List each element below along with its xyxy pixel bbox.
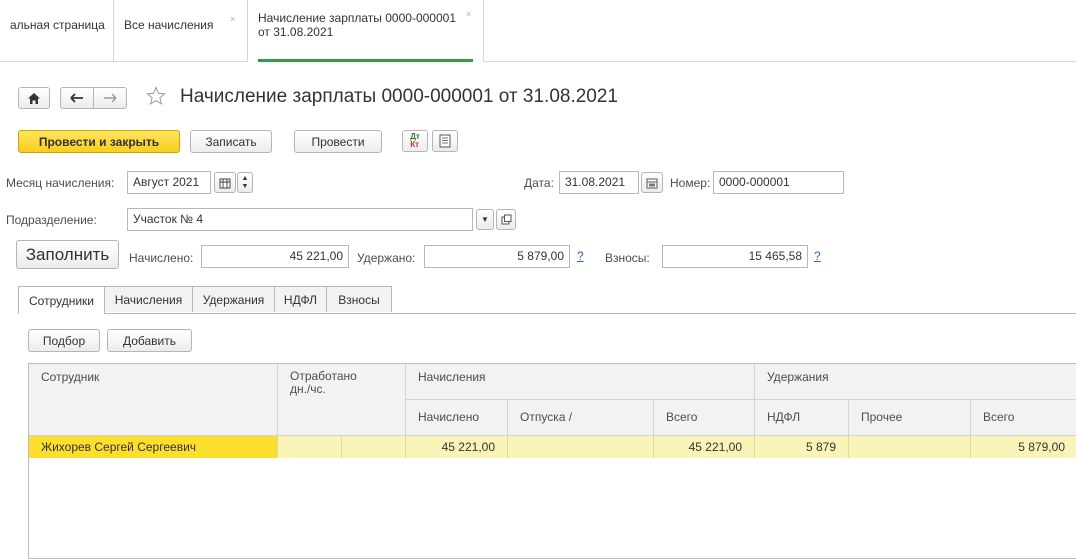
month-stepper[interactable]: ▲ ▼ [237,172,253,193]
column-header-deductions-total[interactable]: Всего [971,400,1076,436]
month-label: Месяц начисления: [6,176,115,190]
inner-tabs-divider [18,313,1076,314]
tab-ndfl[interactable]: НДФЛ [274,286,327,312]
tab-salary-document[interactable]: Начисление зарплаты 0000-000001 от 31.08… [248,0,484,62]
post-button[interactable]: Провести [294,130,382,153]
month-picker-button[interactable] [214,172,236,193]
month-field[interactable]: Август 2021 [127,171,211,194]
column-group-accruals: Начисления [406,364,755,400]
open-window-icon [501,214,511,225]
cell-vacations[interactable] [508,436,654,458]
arrow-left-icon [70,93,83,103]
column-header-employee[interactable]: Сотрудник [29,364,278,436]
tab-contributions[interactable]: Взносы [326,286,392,312]
report-button[interactable] [432,130,458,152]
cell-worked-days[interactable] [278,436,342,458]
tab-deductions[interactable]: Удержания [192,286,275,312]
tab-employees[interactable]: Сотрудники [18,286,105,314]
chevron-down-icon[interactable]: ▼ [242,183,249,191]
division-field[interactable]: Участок № 4 [127,208,473,231]
tab-all-accruals-label: Все начисления [124,18,214,32]
close-icon[interactable]: × [230,14,235,24]
star-icon [146,86,166,105]
close-icon[interactable]: × [466,9,471,19]
post-and-close-button[interactable]: Провести и закрыть [18,130,180,153]
column-header-ndfl[interactable]: НДФЛ [755,400,849,436]
tab-salary-document-label-line2: от 31.08.2021 [258,25,334,39]
calendar-icon [219,178,231,188]
column-header-other[interactable]: Прочее [849,400,971,436]
chevron-up-icon[interactable]: ▲ [242,175,249,183]
back-button[interactable] [60,87,94,109]
column-header-vacations[interactable]: Отпуска / [508,400,654,436]
contributions-total-field: 15 465,58 [662,245,808,268]
chevron-down-icon: ▼ [481,215,489,224]
column-header-accruals-total[interactable]: Всего [654,400,755,436]
arrow-right-icon [104,93,117,103]
forward-button[interactable] [93,87,127,109]
tab-home[interactable]: альная страница [0,0,114,62]
dt-kt-icon: Дт Кт [410,132,420,149]
date-picker-button[interactable] [641,172,663,193]
cell-ndfl[interactable]: 5 879 [755,436,849,458]
home-button[interactable] [18,87,50,109]
column-header-worked-line2: дн./чс. [290,382,326,396]
cell-other[interactable] [849,436,971,458]
active-tab-indicator [258,59,473,62]
employees-table: Сотрудник Отработано дн./чс. Начисления … [28,363,1076,559]
contributions-label: Взносы: [605,251,650,265]
cell-deductions-total[interactable]: 5 879,00 [971,436,1076,458]
withheld-total-field: 5 879,00 [424,245,570,268]
pick-button[interactable]: Подбор [28,329,100,352]
cell-worked-hours[interactable] [342,436,406,458]
date-label: Дата: [524,176,554,190]
save-button[interactable]: Записать [190,130,272,153]
division-open-button[interactable] [496,209,516,230]
page-title: Начисление зарплаты 0000-000001 от 31.08… [180,86,618,107]
column-header-accrued[interactable]: Начислено [406,400,508,436]
column-group-deductions: Удержания [755,364,1076,400]
tab-accruals[interactable]: Начисления [104,286,193,312]
accrued-label: Начислено: [129,251,194,265]
tab-home-label: альная страница [10,18,105,32]
number-label: Номер: [670,176,711,190]
add-button[interactable]: Добавить [107,329,192,352]
number-field[interactable]: 0000-000001 [713,171,844,194]
tab-salary-document-label-line1: Начисление зарплаты 0000-000001 [258,11,456,25]
document-icon [439,134,451,148]
dt-kt-button[interactable]: Дт Кт [402,130,428,152]
column-header-worked[interactable]: Отработано дн./чс. [278,364,406,436]
accrued-total-field: 45 221,00 [201,245,349,268]
cell-accrued[interactable]: 45 221,00 [406,436,508,458]
withheld-help-link[interactable]: ? [577,249,584,263]
favorite-star[interactable] [146,86,166,109]
home-icon [28,92,40,104]
tab-all-accruals[interactable]: Все начисления × [114,0,248,62]
cell-accruals-total[interactable]: 45 221,00 [654,436,755,458]
cell-employee[interactable]: Жихорев Сергей Сергеевич [29,436,278,458]
division-dropdown-button[interactable]: ▼ [476,209,494,230]
division-label: Подразделение: [6,213,97,227]
contributions-help-link[interactable]: ? [814,249,821,263]
withheld-label: Удержано: [357,251,416,265]
fill-button[interactable]: Заполнить [16,240,119,269]
date-field[interactable]: 31.08.2021 [559,171,639,194]
calendar-icon [646,178,658,188]
